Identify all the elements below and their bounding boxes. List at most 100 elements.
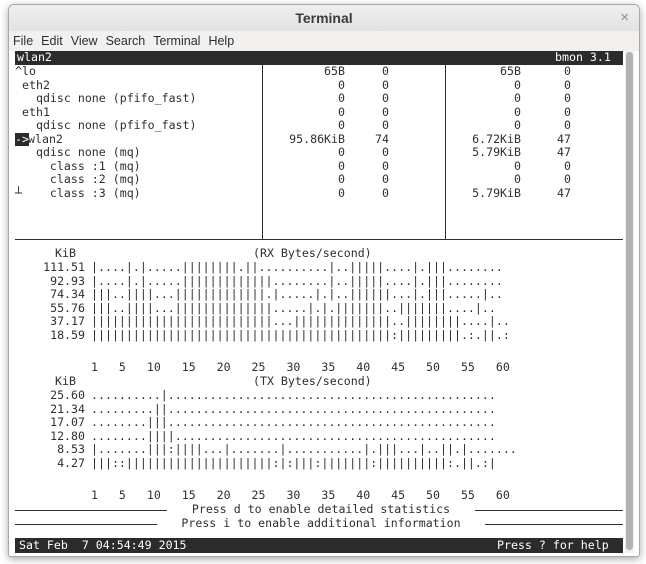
tx-bytes: 0 [514, 118, 521, 132]
menu-bar: File Edit View Search Terminal Help [9, 31, 639, 51]
interface-row-selected[interactable]: -> wlan2 95.86KiB 74 6.72KiB 47 [15, 131, 623, 146]
tx-packets: 0 [564, 64, 571, 78]
rx-bytes: 0 [338, 145, 345, 159]
interface-row[interactable]: qdisc none (mq) 0 0 5.79KiB 47 [15, 145, 623, 159]
menu-terminal[interactable]: Terminal [149, 31, 204, 48]
help-hint: Press ? for help [497, 538, 609, 552]
selection-marker: -> [15, 131, 29, 146]
tx-graph-ylabel: 8.53 [57, 442, 85, 456]
rx-bytes: 0 [338, 172, 345, 186]
rx-packets: 0 [382, 77, 389, 92]
interface-row[interactable]: ┴ class :3 (mq) 0 0 5.79KiB 47 [15, 185, 623, 200]
rx-bytes: 0 [338, 158, 345, 173]
tx-packets: 0 [564, 172, 571, 186]
interface-row[interactable]: eth1 0 0 0 0 [15, 104, 623, 119]
tx-bytes: 6.72KiB [472, 131, 521, 146]
rx-graph-bars: |....|.|.....|||||||||||||........|..|||… [91, 273, 503, 288]
interface-row[interactable]: eth2 0 0 0 0 [15, 77, 623, 92]
scrollbar-thumb[interactable] [626, 52, 633, 550]
window-title: Terminal [295, 10, 353, 26]
tx-packets: 47 [557, 131, 571, 146]
rx-packets: 74 [375, 131, 389, 146]
tx-graph-ylabel: 17.07 [50, 415, 85, 429]
rx-graph-ylabel: 92.93 [50, 273, 85, 288]
terminal-area[interactable]: wlan2 bmon 3.1 ^ lo 65B 0 65B 0 eth2 0 0 0 0 qdisc… [15, 50, 623, 553]
rx-packets: 0 [382, 158, 389, 173]
additional-info-hint: Press i to enable additional information [157, 516, 485, 531]
tx-graph-bars: ..........|.............................… [91, 388, 496, 402]
rx-graph-ylabel: 74.34 [50, 287, 85, 301]
tx-packets: 0 [564, 118, 571, 132]
tx-bytes: 5.79KiB [472, 145, 521, 159]
tx-graph-ylabel: 12.80 [50, 428, 85, 443]
scroll-marker: ^ [15, 64, 22, 78]
tx-bytes: 0 [514, 104, 521, 119]
tx-graph-bars: |.......|||:||||...|.......|...........|… [91, 442, 517, 456]
status-bar: Sat Feb 7 04:54:49 2015 Press ? for help [15, 538, 623, 553]
interface-row[interactable]: qdisc none (pfifo_fast) 0 0 0 0 [15, 91, 623, 105]
terminal-window: Terminal × File Edit View Search Terminal Hel… [8, 4, 640, 557]
rx-packets: 0 [382, 145, 389, 159]
rx-packets: 0 [382, 185, 389, 200]
tx-graph-bars: ........||||............................… [91, 428, 496, 443]
interface-name: wlan2 [28, 131, 63, 146]
rx-graph-ylabel: 18.59 [50, 327, 85, 342]
tx-bytes: 65B [500, 64, 521, 78]
interface-row[interactable]: ^ lo 65B 0 65B 0 [15, 64, 623, 78]
close-icon[interactable]: × [620, 9, 629, 26]
tx-bytes: 5.79KiB [472, 185, 521, 200]
rx-graph-ylabel: 37.17 [50, 314, 85, 328]
interface-name: qdisc none (pfifo_fast) [22, 118, 197, 132]
rx-graph-bars: |||..||||...|||||||||||||.|.....|.|..|||… [91, 287, 503, 301]
scrollbar[interactable] [625, 51, 634, 553]
tx-title: (TX Bytes/second) [253, 374, 372, 388]
interface-name: class :3 (mq) [22, 185, 141, 200]
tx-graph-bars: ........|||.............................… [91, 415, 496, 429]
interface-name: lo [22, 64, 36, 78]
tx-graph-ylabel: 4.27 [57, 455, 85, 470]
rx-bytes: 0 [338, 118, 345, 132]
tx-graph-ylabel: 25.60 [50, 388, 85, 402]
interface-name: class :2 (mq) [22, 172, 141, 186]
rx-packets: 0 [382, 118, 389, 132]
menu-file[interactable]: File [9, 31, 37, 48]
rx-bytes: 0 [338, 185, 345, 200]
rx-bytes: 95.86KiB [289, 131, 345, 146]
interface-name: eth1 [22, 104, 50, 119]
rx-graph-ylabel: 111.51 [43, 260, 85, 274]
interface-name: qdisc none (pfifo_fast) [22, 91, 197, 105]
rx-graph-ylabel: 55.76 [50, 300, 85, 315]
menu-search[interactable]: Search [102, 31, 150, 48]
interface-row[interactable]: class :2 (mq) 0 0 0 0 [15, 172, 623, 186]
interface-name: qdisc none (mq) [22, 145, 141, 159]
rx-packets: 0 [382, 104, 389, 119]
tx-packets: 0 [564, 104, 571, 119]
rx-title: (RX Bytes/second) [253, 246, 372, 260]
rx-graph-bars: ||||||||||||||||||||||||||...|||||||||||… [91, 314, 510, 328]
interface-name: eth2 [22, 77, 50, 92]
tx-packets: 0 [564, 77, 571, 92]
menu-edit[interactable]: Edit [37, 31, 67, 48]
interface-name: class :1 (mq) [22, 158, 141, 173]
title-bar[interactable]: Terminal × [9, 5, 639, 31]
tx-packets: 47 [557, 185, 571, 200]
tx-unit: KiB [55, 374, 76, 388]
rx-bytes: 65B [324, 64, 345, 78]
interface-row[interactable]: qdisc none (pfifo_fast) 0 0 0 0 [15, 118, 623, 132]
rx-bytes: 0 [338, 91, 345, 105]
tx-packets: 47 [557, 145, 571, 159]
rx-bytes: 0 [338, 77, 345, 92]
rx-graph-bars: |||..||||...||||||||||||||.....|.|.|||||… [91, 300, 496, 315]
menu-help[interactable]: Help [204, 31, 238, 48]
menu-view[interactable]: View [67, 31, 102, 48]
app-version: bmon 3.1 [555, 50, 611, 64]
tx-bytes: 0 [514, 91, 521, 105]
rx-graph-bars: |....|.|.....||||||||.||..........|..|||… [91, 260, 503, 274]
scroll-marker: ┴ [15, 185, 22, 200]
rx-xaxis: 1 5 10 15 20 25 30 35 40 45 50 55 60 [91, 360, 510, 374]
rx-unit: KiB [55, 246, 76, 260]
tx-bytes: 0 [514, 77, 521, 92]
rx-packets: 0 [382, 91, 389, 105]
interface-row[interactable]: class :1 (mq) 0 0 0 0 [15, 158, 623, 173]
rx-bytes: 0 [338, 104, 345, 119]
